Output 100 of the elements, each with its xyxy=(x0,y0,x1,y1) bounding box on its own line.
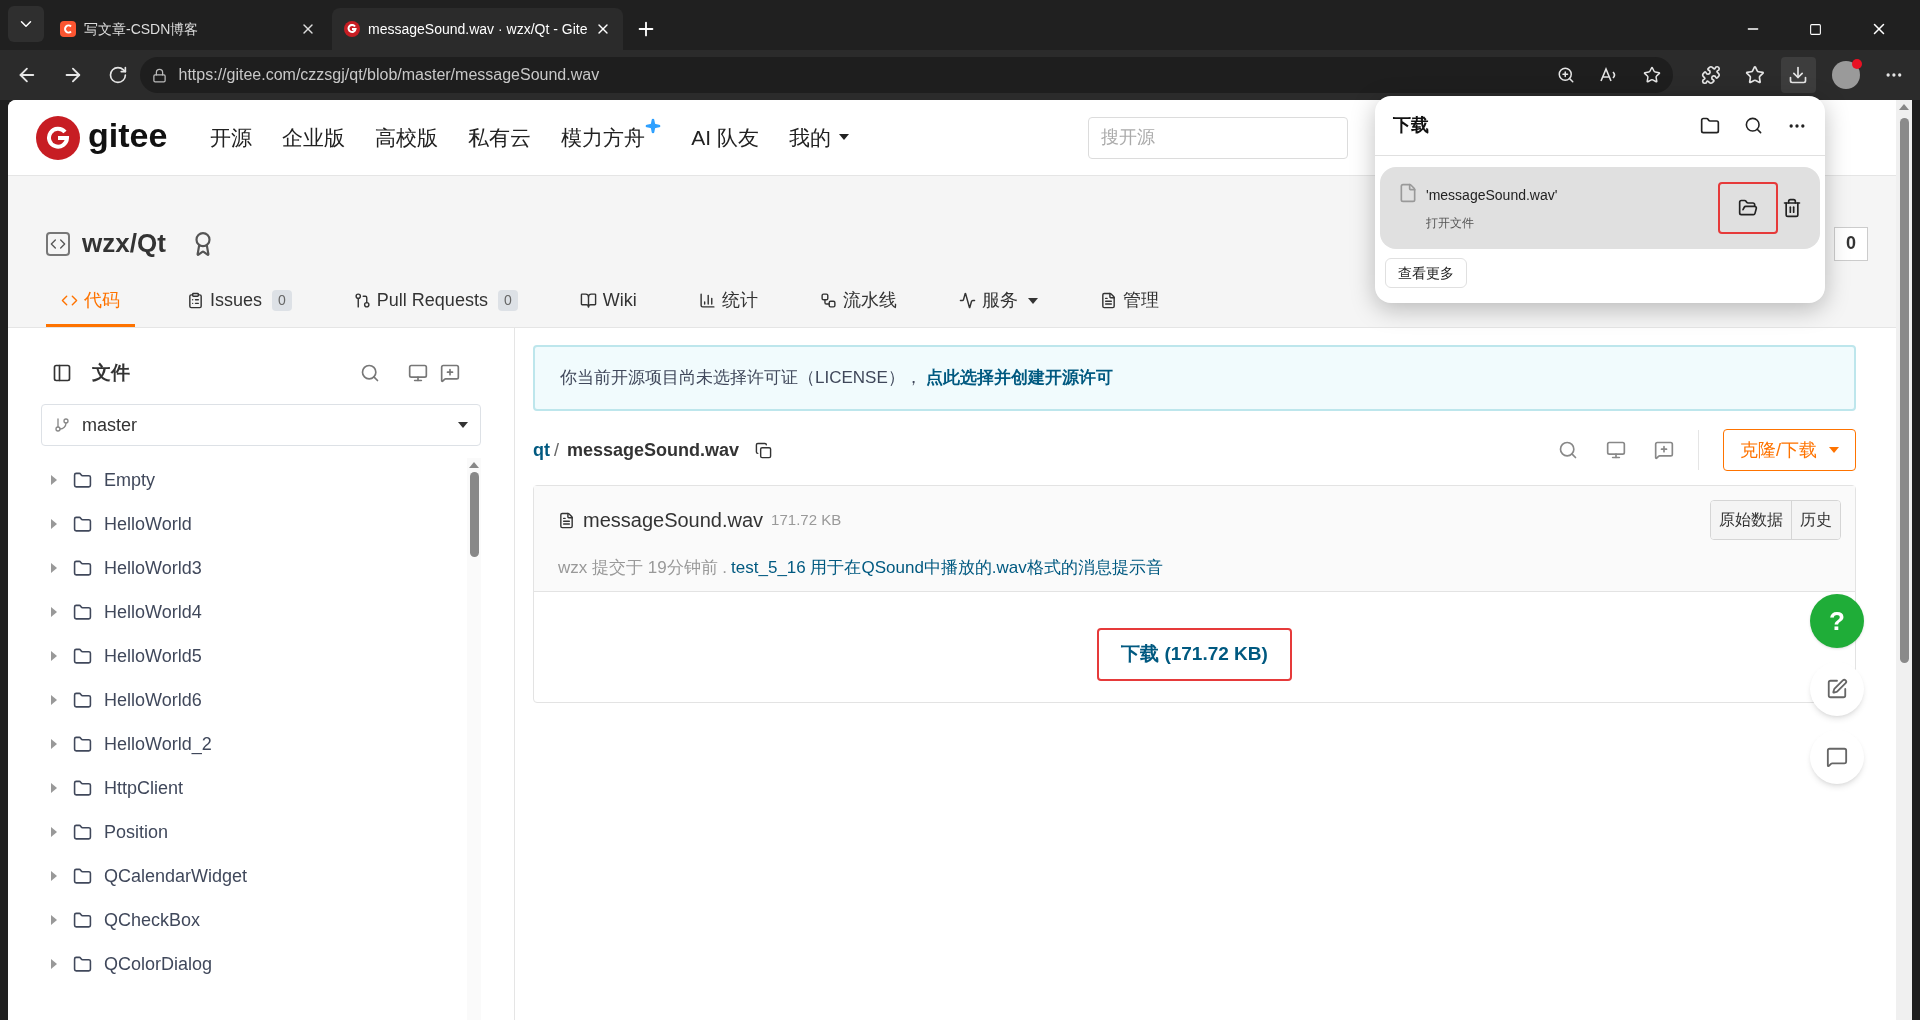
show-in-folder-button[interactable] xyxy=(1718,182,1778,234)
document-icon xyxy=(1099,292,1117,309)
sparkle-icon xyxy=(645,117,662,134)
caret-icon xyxy=(458,422,468,428)
download-item[interactable]: 'messageSound.wav' 打开文件 xyxy=(1380,167,1820,249)
folder-icon xyxy=(73,734,92,754)
download-link[interactable]: 下载 (171.72 KB) xyxy=(1097,628,1292,681)
extensions-icon[interactable] xyxy=(1700,65,1721,85)
list-icon xyxy=(187,292,204,309)
chat-button[interactable] xyxy=(1810,730,1864,784)
file-icon xyxy=(558,511,575,529)
csdn-logo-icon xyxy=(60,21,76,37)
repo-tab[interactable]: Issues 0 xyxy=(177,277,302,327)
search-icon[interactable] xyxy=(1744,116,1763,135)
count-badge: 0 xyxy=(497,290,518,311)
expand-caret-icon xyxy=(51,783,57,793)
fork-count[interactable]: 0 xyxy=(1834,226,1868,261)
repo-tab[interactable]: Wiki xyxy=(569,277,647,327)
collapse-sidebar-icon[interactable] xyxy=(52,363,72,383)
gitee-wordmark[interactable]: gitee xyxy=(88,110,168,161)
repo-tab[interactable]: Pull Requests 0 xyxy=(343,277,528,327)
folder-icon xyxy=(73,558,92,578)
nav-link[interactable]: 私有云 xyxy=(468,121,532,154)
caret-icon xyxy=(839,133,850,140)
repo-title[interactable]: wzx/Qt xyxy=(82,224,166,263)
see-more-button[interactable]: 查看更多 xyxy=(1385,258,1467,288)
file-action-button[interactable]: 历史 xyxy=(1791,501,1840,539)
nav-link[interactable]: 我的 xyxy=(789,121,850,154)
tree-item[interactable]: Empty xyxy=(41,458,467,502)
tree-item[interactable]: HttpClient xyxy=(41,766,467,810)
file-icon xyxy=(1398,183,1418,203)
favorites-list-icon[interactable] xyxy=(1744,65,1765,85)
expand-caret-icon xyxy=(51,607,57,617)
expand-caret-icon xyxy=(51,959,57,969)
folder-icon xyxy=(73,514,92,534)
reload-icon[interactable] xyxy=(107,65,128,85)
url-text: https://gitee.com/czzsgj/qt/blob/master/messageSound.wav xyxy=(178,65,601,85)
repo-tab[interactable]: 统计 xyxy=(688,277,768,327)
tree-item[interactable]: HelloWorld4 xyxy=(41,590,467,634)
commit-info: wzx 提交于 19分钟前 . xyxy=(558,557,728,579)
tab-list-button[interactable] xyxy=(8,6,44,42)
tree-item[interactable]: HelloWorld_2 xyxy=(41,722,467,766)
downloads-button[interactable] xyxy=(1780,57,1817,93)
profile-avatar[interactable] xyxy=(1832,61,1861,89)
expand-caret-icon xyxy=(51,475,57,485)
address-field[interactable]: https://gitee.com/czzsgj/qt/blob/master/messageSound.wav xyxy=(139,57,1673,93)
folder-icon xyxy=(73,470,92,490)
edit-button[interactable] xyxy=(1810,662,1864,716)
nav-link[interactable]: 开源 xyxy=(210,121,253,154)
pulse-icon xyxy=(958,292,976,309)
monitor-icon[interactable] xyxy=(408,363,428,383)
maximize-icon[interactable] xyxy=(1809,22,1822,36)
breadcrumb-link[interactable]: qt xyxy=(533,436,550,464)
tree-item[interactable]: HelloWorld6 xyxy=(41,678,467,722)
scrollbar-thumb[interactable] xyxy=(1899,118,1909,663)
repo-tab[interactable]: 流水线 xyxy=(809,277,907,327)
workflow-icon xyxy=(819,292,837,309)
branch-select[interactable]: master xyxy=(41,404,481,446)
nav-link[interactable]: 模力方舟 xyxy=(561,121,662,154)
tree-item[interactable]: QCheckBox xyxy=(41,898,467,942)
scrollbar-thumb[interactable] xyxy=(469,472,479,557)
branch-icon xyxy=(54,417,70,433)
chat-icon xyxy=(1826,746,1848,768)
nav-link[interactable]: 高校版 xyxy=(375,121,439,154)
tree-item[interactable]: HelloWorld3 xyxy=(41,546,467,590)
tree-item[interactable]: HelloWorld5 xyxy=(41,634,467,678)
browser-tab[interactable]: 写文章-CSDN博客 xyxy=(48,8,328,50)
tree-item[interactable]: QCalendarWidget xyxy=(41,854,467,898)
monitor-icon[interactable] xyxy=(1606,440,1626,460)
tree-item[interactable]: Position xyxy=(41,810,467,854)
commit-message-link[interactable]: test_5_16 用于在QSound中播放的.wav格式的消息提示音 xyxy=(731,555,1163,581)
gitee-logo-icon[interactable] xyxy=(36,115,80,160)
repo-tab[interactable]: 管理 xyxy=(1089,277,1169,327)
nav-link[interactable]: AI 队友 xyxy=(691,121,760,154)
zoom-icon[interactable] xyxy=(1556,66,1575,84)
file-name: messageSound.wav xyxy=(583,508,764,533)
folder-icon xyxy=(73,822,92,842)
browser-tab[interactable]: messageSound.wav · wzx/Qt - Gite xyxy=(332,8,624,50)
breadcrumb-separator: / xyxy=(554,438,559,462)
folder-icon[interactable] xyxy=(1700,115,1720,136)
license-link[interactable]: 点此选择并创建开源许可 xyxy=(925,365,1113,391)
tree-item[interactable]: QColorDialog xyxy=(41,942,467,986)
expand-caret-icon xyxy=(51,695,57,705)
expand-caret-icon xyxy=(51,915,57,925)
open-file-link[interactable]: 打开文件 xyxy=(1426,213,1718,232)
file-action-button[interactable]: 原始数据 xyxy=(1711,501,1791,539)
nav-link[interactable]: 企业版 xyxy=(282,121,346,154)
comment-icon[interactable] xyxy=(1654,440,1674,460)
delete-icon[interactable] xyxy=(1782,198,1802,218)
repo-tab[interactable]: 服务 xyxy=(948,277,1048,327)
comment-icon[interactable] xyxy=(440,363,460,383)
download-file-name: 'messageSound.wav' xyxy=(1426,185,1559,205)
page-scrollbar[interactable] xyxy=(1896,100,1912,1020)
search-field[interactable]: 搜开源 xyxy=(1088,116,1348,159)
open-folder-icon xyxy=(1738,198,1758,218)
tree-item[interactable]: HelloWorld xyxy=(41,502,467,546)
tab-title: 写文章-CSDN博客 xyxy=(84,19,200,39)
copy-icon[interactable] xyxy=(755,441,773,459)
scrollbar[interactable] xyxy=(467,458,481,1020)
favorite-icon[interactable] xyxy=(1642,66,1661,84)
